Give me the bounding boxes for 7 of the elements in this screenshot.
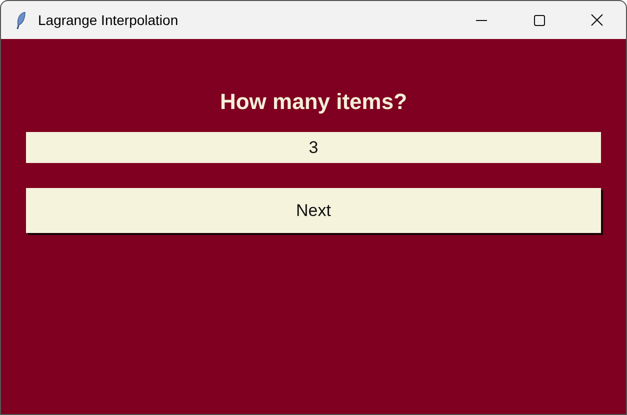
next-button[interactable]: Next — [26, 188, 601, 233]
input-field[interactable]: 3 — [26, 132, 601, 163]
maximize-icon — [534, 14, 544, 26]
question-heading: How many items? — [218, 88, 408, 116]
feather-icon — [16, 12, 26, 28]
close-icon — [591, 14, 603, 26]
window-title: Lagrange Interpolation — [38, 10, 178, 30]
